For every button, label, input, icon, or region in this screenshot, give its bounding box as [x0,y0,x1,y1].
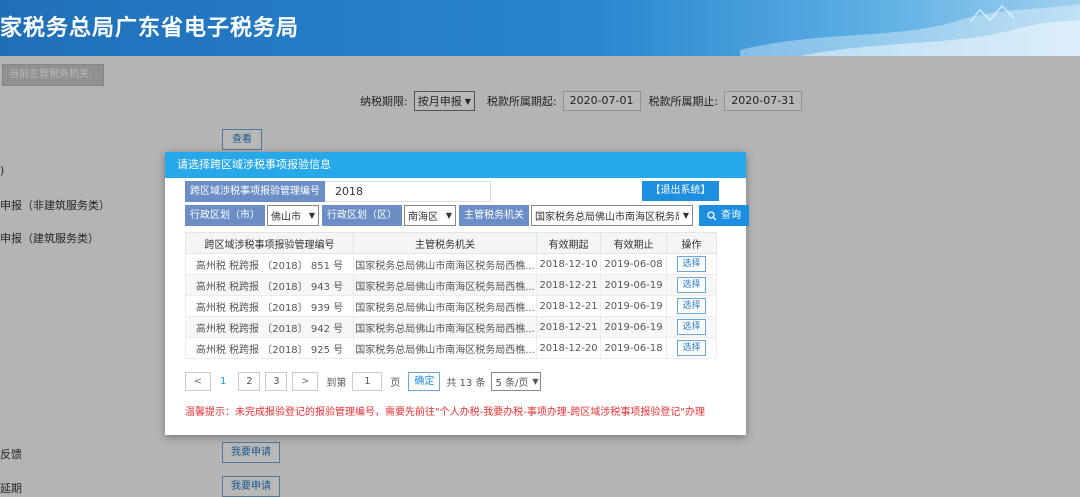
goto-page-input[interactable]: 1 [352,372,383,391]
cell-valid-to: 2019-06-19 [600,316,667,338]
pagination: < 1 2 3 > 到第 1 页 确定 共 13 条 5 条/页 ▼ [185,372,542,391]
prev-page-button[interactable]: < [185,372,211,391]
chevron-down-icon: ▼ [532,377,539,386]
total-count: 共 13 条 [446,378,486,389]
col-header-valid-to: 有效期止 [600,232,667,254]
col-header-valid-from: 有效期起 [536,232,601,254]
query-button-label: 查询 [721,210,741,221]
select-row-button[interactable]: 选择 [677,298,706,314]
warm-tip: 温馨提示：未完成报验登记的报验管理编号，需要先前往"个人办税-我要办税-事项办理… [185,407,706,418]
cell-valid-from: 2018-12-21 [536,274,601,296]
table-row: 高州税 税跨报 〔2018〕 943 号国家税务总局佛山市南海区税务局西樵...… [185,274,717,296]
cell-action: 选择 [666,337,717,359]
table-row: 高州税 税跨报 〔2018〕 942 号国家税务总局佛山市南海区税务局西樵...… [185,316,717,338]
cell-valid-from: 2018-12-21 [536,316,601,338]
cell-valid-from: 2018-12-20 [536,337,601,359]
district-area-label: 行政区划（区） [322,205,402,226]
modal-title: 请选择跨区域涉税事项报验信息 [165,152,746,178]
cross-region-modal: 请选择跨区域涉税事项报验信息 跨区域涉税事项报验管理编号 2018 【退出系统】… [165,152,749,435]
table-header-row: 跨区域涉税事项报验管理编号 主管税务机关 有效期起 有效期止 操作 [185,232,717,254]
page-size-value: 5 条/页 [495,378,529,389]
cell-tax-authority: 国家税务总局佛山市南海区税务局西樵... [353,295,537,317]
cell-mgmt-no: 高州税 税跨报 〔2018〕 943 号 [185,274,354,296]
cell-tax-authority: 国家税务总局佛山市南海区税务局西樵... [353,253,537,275]
app-header: 家税务总局广东省电子税务局 [0,0,1080,56]
exit-system-button[interactable]: 【退出系统】 [642,181,719,201]
mgmt-no-label: 跨区域涉税事项报验管理编号 [185,181,325,202]
city-select[interactable]: 佛山市 ▼ [267,205,319,226]
cell-tax-authority: 国家税务总局佛山市南海区税务局西樵... [353,316,537,338]
cell-valid-to: 2019-06-19 [600,274,667,296]
col-header-mgmt-no: 跨区域涉税事项报验管理编号 [185,232,354,254]
tax-authority-select[interactable]: 国家税务总局佛山市南海区税务局西 ▼ [531,205,693,226]
goto-label: 到第 [326,378,347,389]
cell-mgmt-no: 高州税 税跨报 〔2018〕 925 号 [185,337,354,359]
page-1[interactable]: 1 [216,376,230,387]
area-select[interactable]: 南海区 ▼ [404,205,456,226]
city-select-value: 佛山市 [271,212,301,223]
filter-row: 行政区划（市） 佛山市 ▼ 行政区划（区） 南海区 ▼ 主管税务机关 国家税务总… [185,205,749,226]
chevron-down-icon: ▼ [682,211,689,220]
select-row-button[interactable]: 选择 [677,256,706,272]
cell-tax-authority: 国家税务总局佛山市南海区税务局西樵... [353,337,537,359]
cell-valid-to: 2019-06-18 [600,337,667,359]
search-icon [707,210,717,220]
col-header-action: 操作 [666,232,717,254]
query-button[interactable]: 查询 [699,205,749,226]
header-decoration [740,4,1080,56]
records-table: 跨区域涉税事项报验管理编号 主管税务机关 有效期起 有效期止 操作 高州税 税跨… [185,232,717,359]
col-header-tax-authority: 主管税务机关 [353,232,537,254]
select-row-button[interactable]: 选择 [677,340,706,356]
mgmt-no-row: 跨区域涉税事项报验管理编号 2018 [185,181,491,202]
chevron-down-icon: ▼ [308,211,315,220]
cell-action: 选择 [666,274,717,296]
cell-valid-from: 2018-12-21 [536,295,601,317]
page-2[interactable]: 2 [238,372,261,391]
select-row-button[interactable]: 选择 [677,277,706,293]
goto-confirm-button[interactable]: 确定 [408,372,441,391]
next-page-button[interactable]: > [292,372,319,391]
cell-valid-from: 2018-12-10 [536,253,601,275]
cell-valid-to: 2019-06-08 [600,253,667,275]
table-row: 高州税 税跨报 〔2018〕 939 号国家税务总局佛山市南海区税务局西樵...… [185,295,717,317]
cell-mgmt-no: 高州税 税跨报 〔2018〕 851 号 [185,253,354,275]
mgmt-no-input[interactable]: 2018 [325,181,491,202]
page-unit-label: 页 [390,378,401,389]
table-row: 高州税 税跨报 〔2018〕 851 号国家税务总局佛山市南海区税务局西樵...… [185,253,717,275]
cell-tax-authority: 国家税务总局佛山市南海区税务局西樵... [353,274,537,296]
site-title: 家税务总局广东省电子税务局 [0,16,300,41]
cell-mgmt-no: 高州税 税跨报 〔2018〕 942 号 [185,316,354,338]
page-3[interactable]: 3 [265,372,288,391]
chevron-down-icon: ▼ [445,211,452,220]
cell-mgmt-no: 高州税 税跨报 〔2018〕 939 号 [185,295,354,317]
district-city-label: 行政区划（市） [185,205,265,226]
tax-authority-label: 主管税务机关 [459,205,529,226]
select-row-button[interactable]: 选择 [677,319,706,335]
page-size-select[interactable]: 5 条/页 ▼ [491,372,542,391]
area-select-value: 南海区 [408,212,438,223]
cell-action: 选择 [666,253,717,275]
cell-action: 选择 [666,316,717,338]
cell-action: 选择 [666,295,717,317]
tax-authority-select-value: 国家税务总局佛山市南海区税务局西 [535,212,679,223]
cell-valid-to: 2019-06-19 [600,295,667,317]
table-row: 高州税 税跨报 〔2018〕 925 号国家税务总局佛山市南海区税务局西樵...… [185,337,717,359]
